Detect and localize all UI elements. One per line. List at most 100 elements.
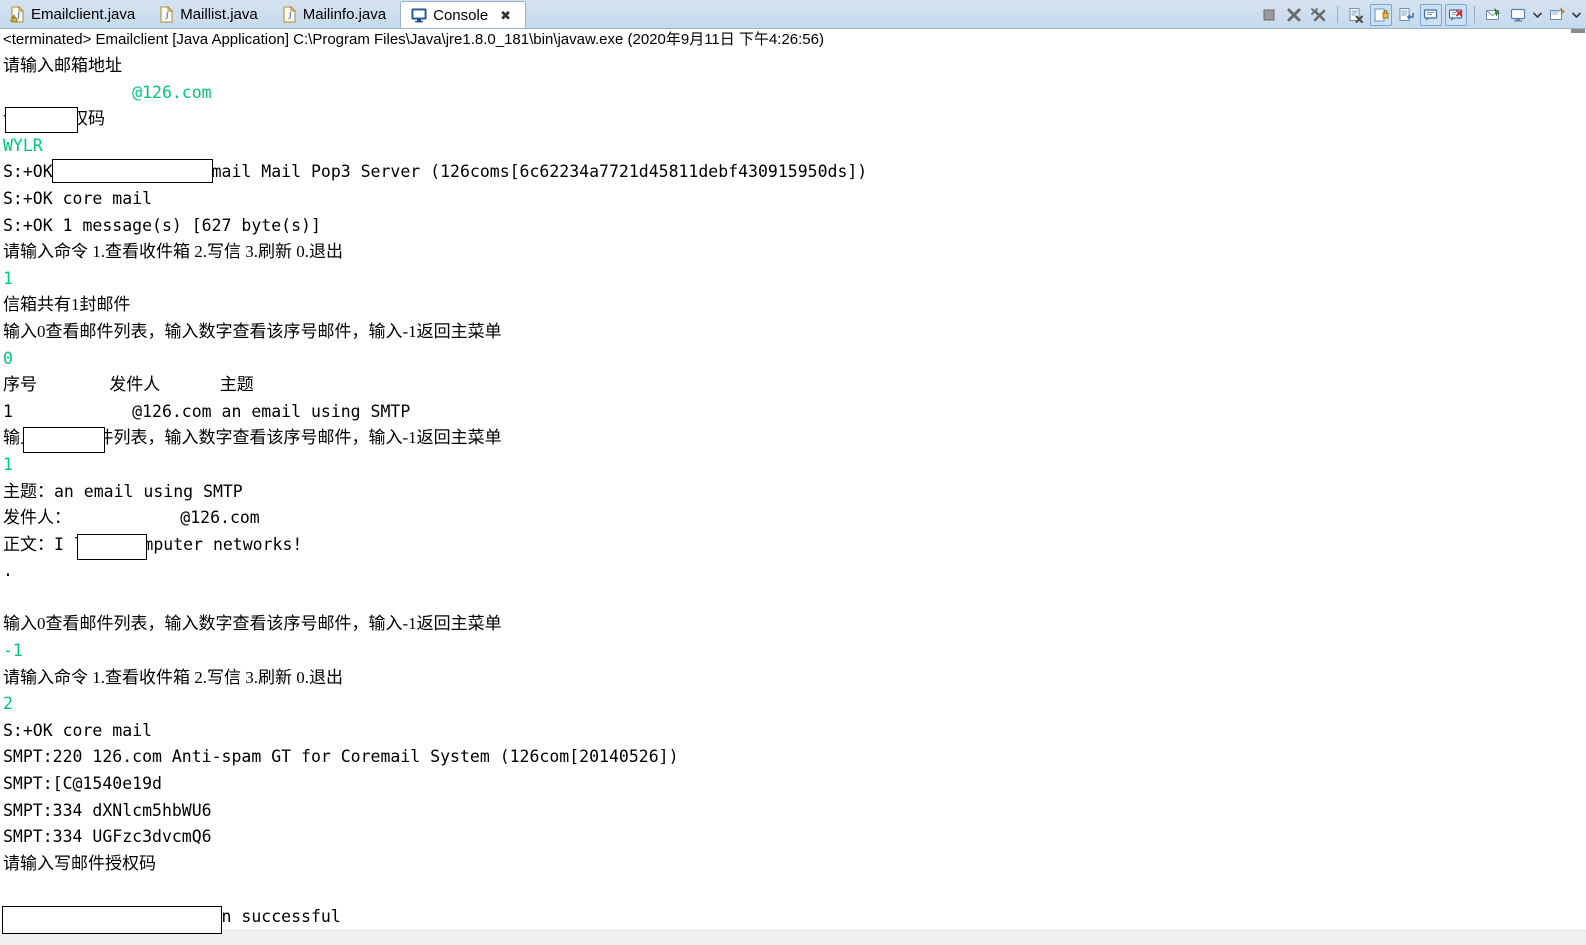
clear-console-button[interactable] xyxy=(1345,4,1367,26)
tab-maillist-java[interactable]: J Maillist.java xyxy=(149,0,272,28)
console-line: -1 xyxy=(0,638,1586,665)
console-line: SMPT:334 dXNlcm5hbWU6 xyxy=(0,798,1586,825)
tab-label: Mailinfo.java xyxy=(302,5,387,23)
console-line: 0 xyxy=(0,346,1586,373)
console-line-value: @126.com xyxy=(71,508,260,528)
display-selected-console-button[interactable] xyxy=(1507,4,1529,26)
console-line-text: 1 xyxy=(3,454,13,474)
redaction-smtp-auth-code xyxy=(2,906,222,934)
java-file-icon: J xyxy=(282,5,297,23)
console-line-text: SMPT:[C@1540e19d xyxy=(3,774,162,794)
console-line-text: WYLR xyxy=(3,135,43,155)
svg-text:J: J xyxy=(17,11,21,21)
chevron-down-icon[interactable] xyxy=(1532,4,1543,26)
console-line: SMPT:220 126.com Anti-spam GT for Corema… xyxy=(0,744,1586,771)
tab-label: Emailclient.java xyxy=(31,5,136,23)
console-line-text: -1 xyxy=(3,641,23,661)
console-line: 请输入授权码 xyxy=(0,106,1586,133)
console-line: S:+OK Welcome to coremail Mail Pop3 Serv… xyxy=(0,159,1586,186)
console-line-text: 0 xyxy=(3,348,13,368)
tab-mailinfo-java[interactable]: J Mailinfo.java xyxy=(272,0,400,28)
svg-text:J: J xyxy=(165,11,169,21)
console-line-text: 1 @126.com an email using SMTP xyxy=(3,401,411,421)
console-line: SMPT:[C@1540e19d xyxy=(0,771,1586,798)
console-line: 主题：an email using SMTP xyxy=(0,479,1586,506)
scrollbar-thumb[interactable] xyxy=(1571,29,1585,33)
console-line-text: 1 xyxy=(3,268,13,288)
pin-console-button[interactable] xyxy=(1482,4,1504,26)
console-line-text: S:+OK core mail xyxy=(3,188,153,208)
tab-emailclient-java[interactable]: J Emailclient.java xyxy=(0,0,149,28)
console-line: S:+OK core mail xyxy=(0,718,1586,745)
console-line: 发件人： @126.com xyxy=(0,505,1586,532)
console-line-text: S:+OK core mail xyxy=(3,720,153,740)
redaction-sender-list xyxy=(23,427,105,453)
remove-launch-button[interactable] xyxy=(1283,4,1305,26)
console-line: 请输入邮箱地址 xyxy=(0,53,1586,80)
java-file-warning-icon: J xyxy=(10,5,25,23)
toolbar-separator xyxy=(1337,6,1338,23)
svg-text:J: J xyxy=(288,11,292,21)
tab-console[interactable]: Console ✖ xyxy=(400,1,527,28)
editor-tab-bar: J Emailclient.java J Maillist.java J Mai… xyxy=(0,0,1586,29)
console-output-panel[interactable]: <terminated> Emailclient [Java Applicati… xyxy=(0,29,1586,945)
console-line-label: 发件人： xyxy=(3,508,71,528)
console-line-label: 主题： xyxy=(3,481,54,501)
console-line-text: 请输入命令 1.查看收件箱 2.写信 3.刷新 0.退出 xyxy=(3,242,343,262)
console-line: 2 xyxy=(0,691,1586,718)
word-wrap-button[interactable] xyxy=(1395,4,1417,26)
redaction-email-address xyxy=(5,107,78,133)
console-line: 输入0查看邮件列表，输入数字查看该序号邮件，输入-1返回主菜单 xyxy=(0,611,1586,638)
chevron-down-icon[interactable] xyxy=(1571,4,1582,26)
console-line: WYLR xyxy=(0,133,1586,160)
show-console-on-output-button[interactable] xyxy=(1420,3,1442,26)
terminate-button[interactable] xyxy=(1258,4,1280,26)
console-toolbar xyxy=(1258,0,1582,29)
console-line: 请输入命令 1.查看收件箱 2.写信 3.刷新 0.退出 xyxy=(0,239,1586,266)
console-line-text: 信箱共有1封邮件 xyxy=(3,295,131,315)
console-lines: 请输入邮箱地址 @126.com 请输入授权码WYLR S:+OK Welcome … xyxy=(0,51,1586,931)
tab-label: Console xyxy=(433,6,489,24)
console-vertical-scrollbar[interactable] xyxy=(1570,29,1586,945)
console-line: 输入0查看邮件列表，输入数字查看该序号邮件，输入-1返回主菜单 xyxy=(0,425,1586,452)
scrollbar-thumb[interactable] xyxy=(0,933,500,943)
show-console-on-error-button[interactable] xyxy=(1445,3,1467,26)
console-line-text: SMPT:334 UGFzc3dvcmQ6 xyxy=(3,827,212,847)
console-line-text: SMPT:334 dXNlcm5hbWU6 xyxy=(3,800,212,820)
console-line-text: @126.com xyxy=(3,82,212,102)
console-line: 1 xyxy=(0,452,1586,479)
console-line: 请输入命令 1.查看收件箱 2.写信 3.刷新 0.退出 xyxy=(0,665,1586,692)
console-line: 输入0查看邮件列表，输入数字查看该序号邮件，输入-1返回主菜单 xyxy=(0,319,1586,346)
redaction-auth-code xyxy=(52,159,213,183)
console-line: @126.com xyxy=(0,80,1586,107)
open-console-button[interactable] xyxy=(1546,4,1568,26)
console-line: 1 @126.com an email using SMTP xyxy=(0,399,1586,426)
console-line: 序号 发件人 主题 xyxy=(0,372,1586,399)
remove-all-terminated-button[interactable] xyxy=(1308,4,1330,26)
console-line-text: 输入0查看邮件列表，输入数字查看该序号邮件，输入-1返回主菜单 xyxy=(3,321,502,341)
close-icon[interactable]: ✖ xyxy=(500,9,511,22)
console-line-text: S:+OK 1 message(s) [627 byte(s)] xyxy=(3,215,321,235)
console-horizontal-scrollbar[interactable] xyxy=(0,930,1586,945)
console-line-text: 序号 发件人 主题 xyxy=(3,375,254,395)
console-line-label: 正文： xyxy=(3,534,54,554)
console-line-value: an email using SMTP xyxy=(54,481,243,501)
redaction-sender-detail xyxy=(77,534,147,560)
console-line: S:+OK 1 message(s) [627 byte(s)] xyxy=(0,213,1586,240)
console-line-text: . xyxy=(3,561,13,581)
console-line: SMPT:334 UGFzc3dvcmQ6 xyxy=(0,824,1586,851)
console-line-text: SMPT:220 126.com Anti-spam GT for Corema… xyxy=(3,747,679,767)
console-line: 正文：I love computer networks! xyxy=(0,532,1586,559)
scroll-lock-button[interactable] xyxy=(1370,3,1392,26)
console-line-text: 请输入邮箱地址 xyxy=(3,56,122,75)
java-file-icon: J xyxy=(159,5,174,23)
console-line: S:+OK core mail xyxy=(0,186,1586,213)
toolbar-separator xyxy=(1474,6,1475,23)
launch-status-line: <terminated> Emailclient [Java Applicati… xyxy=(3,31,824,48)
console-line: 1 xyxy=(0,266,1586,293)
console-line: 信箱共有1封邮件 xyxy=(0,292,1586,319)
console-line: 请输入写邮件授权码 xyxy=(0,851,1586,878)
console-line-text: 请输入写邮件授权码 xyxy=(3,853,156,873)
